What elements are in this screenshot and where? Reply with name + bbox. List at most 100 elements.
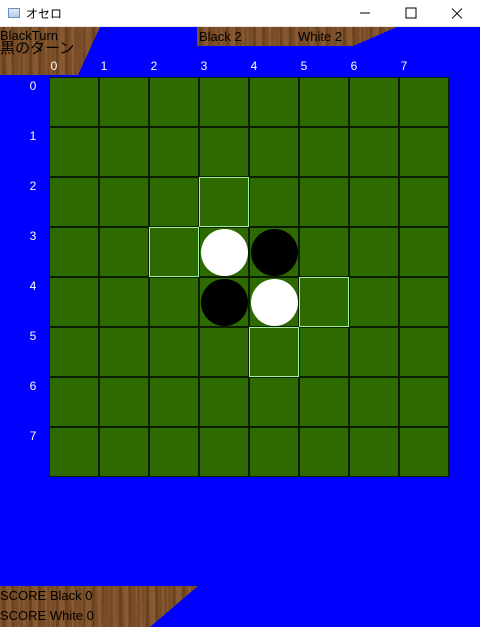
board-cell[interactable] [49, 77, 99, 127]
board-cell[interactable] [99, 227, 149, 277]
board-cell[interactable] [299, 227, 349, 277]
board-cell[interactable] [99, 127, 149, 177]
score-panel: SCORE Black 0 SCORE White 0 [0, 586, 198, 627]
board-cell[interactable] [49, 227, 99, 277]
board-cell-valid-move[interactable] [299, 277, 349, 327]
maximize-icon [405, 7, 417, 19]
board-cell[interactable] [399, 277, 449, 327]
board-cell[interactable] [399, 327, 449, 377]
board-cell-valid-move[interactable] [249, 327, 299, 377]
board-cell[interactable] [399, 127, 449, 177]
board-cell[interactable] [149, 327, 199, 377]
board-cell[interactable] [149, 77, 199, 127]
board-cell[interactable] [299, 127, 349, 177]
disc-count-panel: Black 2 White 2 [197, 27, 397, 46]
maximize-button[interactable] [388, 0, 434, 26]
board-cell[interactable] [349, 227, 399, 277]
close-button[interactable] [434, 0, 480, 26]
score-black: SCORE Black 0 [0, 588, 93, 603]
board-cell[interactable] [199, 127, 249, 177]
row-label: 5 [29, 329, 37, 343]
board-cell[interactable] [49, 127, 99, 177]
black-disc [201, 279, 248, 326]
board-cell[interactable] [149, 127, 199, 177]
black-disc [251, 229, 298, 276]
title-bar: オセロ [0, 0, 480, 27]
column-label: 6 [350, 59, 358, 73]
board-cell[interactable] [249, 277, 299, 327]
board-cell[interactable] [49, 277, 99, 327]
board-cell[interactable] [399, 77, 449, 127]
row-label: 0 [29, 79, 37, 93]
board-cell[interactable] [149, 177, 199, 227]
board-cell[interactable] [399, 177, 449, 227]
board-cell[interactable] [399, 227, 449, 277]
board-cell[interactable] [299, 427, 349, 477]
board-cell[interactable] [199, 427, 249, 477]
white-disc [201, 229, 248, 276]
minimize-icon [360, 12, 370, 14]
board-cell[interactable] [199, 327, 249, 377]
column-label: 2 [150, 59, 158, 73]
board-cell[interactable] [299, 377, 349, 427]
score-white: SCORE White 0 [0, 608, 94, 623]
board-cell[interactable] [149, 427, 199, 477]
board-cell[interactable] [349, 277, 399, 327]
board-cell[interactable] [299, 327, 349, 377]
row-label: 4 [29, 279, 37, 293]
board-cell[interactable] [349, 177, 399, 227]
board-cell[interactable] [399, 427, 449, 477]
board-cell[interactable] [349, 377, 399, 427]
board-cell[interactable] [149, 277, 199, 327]
board-cell[interactable] [249, 77, 299, 127]
board-cell[interactable] [99, 377, 149, 427]
column-label: 5 [300, 59, 308, 73]
board-cell[interactable] [349, 427, 399, 477]
column-label: 7 [400, 59, 408, 73]
app-icon [8, 8, 20, 18]
board-cell[interactable] [299, 77, 349, 127]
board-cell[interactable] [99, 77, 149, 127]
board-cell[interactable] [99, 327, 149, 377]
board-cell[interactable] [249, 127, 299, 177]
board-cell[interactable] [249, 177, 299, 227]
row-label: 2 [29, 179, 37, 193]
board-cell[interactable] [199, 227, 249, 277]
board-cell[interactable] [249, 427, 299, 477]
window-title: オセロ [26, 6, 63, 21]
othello-board[interactable] [49, 77, 449, 477]
minimize-button[interactable] [342, 0, 388, 26]
board-cell[interactable] [299, 177, 349, 227]
close-icon [450, 6, 464, 20]
board-cell[interactable] [199, 277, 249, 327]
board-cell-valid-move[interactable] [199, 177, 249, 227]
board-cell[interactable] [49, 427, 99, 477]
row-label: 6 [29, 379, 37, 393]
board-cell[interactable] [99, 277, 149, 327]
board-cell[interactable] [199, 377, 249, 427]
board-cell[interactable] [99, 427, 149, 477]
board-cell[interactable] [349, 77, 399, 127]
board-cell[interactable] [349, 127, 399, 177]
board-cell-valid-move[interactable] [149, 227, 199, 277]
board-cell[interactable] [49, 327, 99, 377]
black-count: Black 2 [199, 29, 242, 44]
column-label: 1 [100, 59, 108, 73]
board-cell[interactable] [349, 327, 399, 377]
white-disc [251, 279, 298, 326]
row-label: 1 [29, 129, 37, 143]
board-cell[interactable] [99, 177, 149, 227]
board-cell[interactable] [149, 377, 199, 427]
board-cell[interactable] [249, 227, 299, 277]
turn-label-jp: 黒のターン [0, 40, 75, 57]
row-label: 3 [29, 229, 37, 243]
column-label: 4 [250, 59, 258, 73]
board-cell[interactable] [49, 177, 99, 227]
board-cell[interactable] [249, 377, 299, 427]
board-cell[interactable] [199, 77, 249, 127]
column-label: 0 [50, 59, 58, 73]
board-cell[interactable] [49, 377, 99, 427]
column-label: 3 [200, 59, 208, 73]
board-cell[interactable] [399, 377, 449, 427]
window-controls [342, 0, 480, 26]
